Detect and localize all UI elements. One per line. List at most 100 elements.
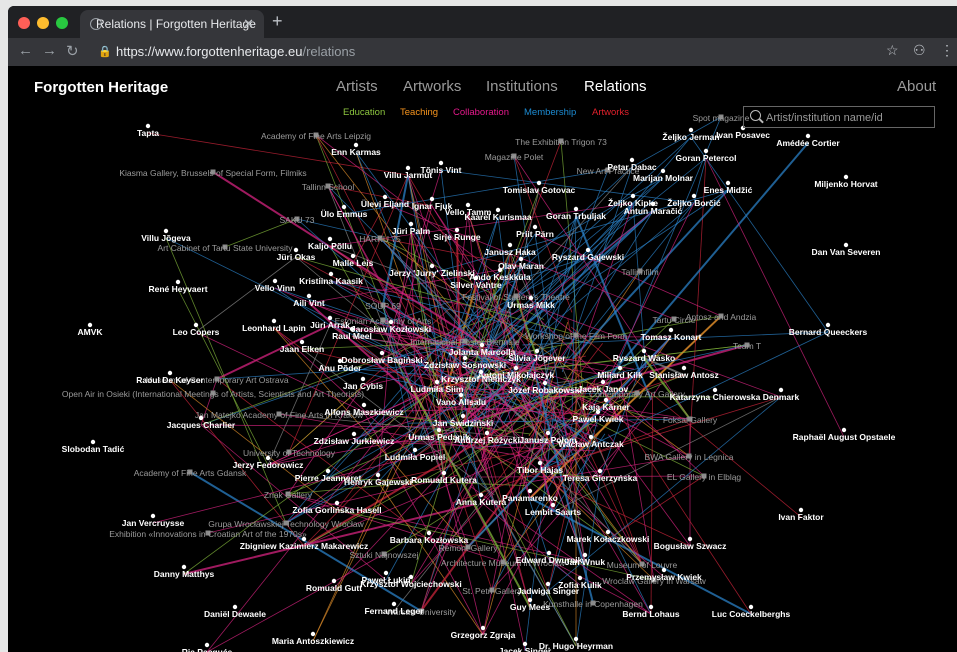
artist-label[interactable]: Zdzisław Sosnowski <box>424 360 506 370</box>
artist-label[interactable]: Malle Leis <box>333 258 374 268</box>
institution-label[interactable]: St. Petri Gallery <box>462 586 522 596</box>
artist-label[interactable]: Olav Maran <box>498 261 544 271</box>
artist-label[interactable]: Tapta <box>137 128 159 138</box>
artist-label[interactable]: Goran Petercol <box>676 153 737 163</box>
artist-label[interactable]: Kristiina Kaasik <box>299 276 363 286</box>
reload-icon[interactable]: ↻ <box>66 42 79 60</box>
institution-label[interactable]: Kunsthalle in Copenhagen <box>543 599 643 609</box>
artist-label[interactable]: Ryszard Gajewski <box>552 252 624 262</box>
back-icon[interactable]: ← <box>18 42 33 59</box>
artist-label[interactable]: Lembit Saarts <box>525 507 581 517</box>
relations-graph[interactable]: Academy of Fine Arts Leipzig The Exhibiti… <box>8 66 957 652</box>
institution-label[interactable]: EL Gallery in Elbląg <box>667 472 742 482</box>
artist-label[interactable]: Guy Mees <box>510 602 550 612</box>
extension-icon[interactable]: ⚇ <box>913 42 926 59</box>
legend-education[interactable]: Education <box>343 107 385 118</box>
nav-about[interactable]: About <box>897 78 936 95</box>
minimize-window-button[interactable] <box>37 17 49 29</box>
artist-label[interactable]: Vano Allsalu <box>436 397 486 407</box>
institution-label[interactable]: The Exhibition Trigon 73 <box>515 137 607 147</box>
institution-label[interactable]: Museum of Louvre <box>607 560 678 570</box>
legend-collaboration[interactable]: Collaboration <box>453 107 509 118</box>
artist-label[interactable]: Krzysztof Wojciechowski <box>360 579 461 589</box>
artist-label[interactable]: Fernand Leger <box>364 606 424 616</box>
artist-label[interactable]: Ülo Emmus <box>321 209 368 219</box>
artist-label[interactable]: Danny Matthys <box>154 569 215 579</box>
artist-label[interactable]: Romuald Kutera <box>411 475 477 485</box>
institution-label[interactable]: Foksal Gallery <box>663 415 718 425</box>
artist-label[interactable]: Villu Jarmut <box>384 170 433 180</box>
artist-label[interactable]: Petar Dabac <box>607 162 656 172</box>
artist-label[interactable]: Kaja Kärner <box>582 402 630 412</box>
artist-label[interactable]: Henryk Gajewski <box>344 477 412 487</box>
artist-label[interactable]: Alfons Maszkiewicz <box>324 407 403 417</box>
artist-label[interactable]: Tibor Hajas <box>517 465 563 475</box>
artist-label[interactable]: Sirje Runge <box>433 232 481 242</box>
artist-label[interactable]: Maria Antoszkiewicz <box>272 636 354 646</box>
artist-label[interactable]: Janusz Haka <box>484 247 536 257</box>
artist-label[interactable]: Raphaël August Opstaele <box>793 432 896 442</box>
artist-label[interactable]: Jan Świdziński <box>433 417 493 428</box>
artist-label[interactable]: Villu Jõgeva <box>141 233 191 243</box>
artist-label[interactable]: Ülevi Eljand <box>361 199 409 209</box>
artist-label[interactable]: Amédée Cortier <box>776 138 840 148</box>
artist-label[interactable]: Romuald Gutt <box>306 583 362 593</box>
institution-label[interactable]: Open Air in Osieki (International Meetin… <box>62 389 364 399</box>
institution-label[interactable]: Academy of Fine Arts Gdansk <box>134 468 247 478</box>
maximize-window-button[interactable] <box>56 17 68 29</box>
new-tab-icon[interactable]: + <box>272 11 283 32</box>
artist-label[interactable]: Jan Wnuk <box>565 557 605 567</box>
artist-label[interactable]: Vello Vinn <box>255 283 295 293</box>
artist-label[interactable]: Jacek Singer <box>499 646 552 652</box>
artist-label[interactable]: Krzysztof Niemczyk <box>441 374 521 384</box>
institution-label[interactable]: BWA Gallery in Legnica <box>645 452 734 462</box>
artist-label[interactable]: Goran Trbuljak <box>546 211 606 221</box>
artist-label[interactable]: Ivan Posavec <box>716 130 770 140</box>
artist-label[interactable]: Józef Robakowski <box>508 385 582 395</box>
artist-label[interactable]: Urmas Mikk <box>507 300 555 310</box>
artist-label[interactable]: Zofia Gorlińska Hasell <box>292 505 381 515</box>
forward-icon[interactable]: → <box>42 42 57 59</box>
artist-label[interactable]: Dan Van Severen <box>812 247 881 257</box>
institution-label[interactable]: Workshop of the Film Form <box>525 331 627 341</box>
artist-label[interactable]: Andrzej Różycki <box>454 435 520 445</box>
artist-label[interactable]: Ludmiła Popiel <box>385 452 445 462</box>
institution-label[interactable]: SOUP 69 <box>365 301 401 311</box>
artist-label[interactable]: Katarzyna Chierowska <box>670 392 761 402</box>
nav-institutions[interactable]: Institutions <box>486 78 558 95</box>
artist-label[interactable]: Wacław Antczak <box>558 439 624 449</box>
close-tab-icon[interactable]: ✕ <box>243 16 254 32</box>
artist-label[interactable]: Jan Cybis <box>343 381 383 391</box>
artist-label[interactable]: Anu Põder <box>319 363 363 373</box>
artist-label[interactable]: Panamarenko <box>502 493 558 503</box>
legend-membership[interactable]: Membership <box>524 107 576 118</box>
site-logo[interactable]: Forgotten Heritage <box>34 79 168 96</box>
artist-label[interactable]: Kaarel Kurismaa <box>464 212 531 222</box>
artist-label[interactable]: Luc Coeckelberghs <box>712 609 791 619</box>
institution-label[interactable]: Team T <box>733 341 761 351</box>
legend-teaching[interactable]: Teaching <box>400 107 438 118</box>
browser-tab[interactable]: Relations | Forgotten Heritage ✕ <box>80 10 264 38</box>
institution-label[interactable]: Grupa Wrocławskiej Technology Wrocław <box>208 519 364 529</box>
search-input[interactable] <box>764 109 933 127</box>
artist-label[interactable]: Stanisław Antosz <box>649 370 719 380</box>
institution-label[interactable]: Antosz and Andzia <box>686 312 757 322</box>
artist-label[interactable]: Marijan Molnar <box>633 173 694 183</box>
artist-label[interactable]: Przemysław Kwiek <box>626 572 702 582</box>
artist-label[interactable]: Kaljo Põllu <box>308 241 352 251</box>
institution-label[interactable]: Art Cabinet of Tartu State University <box>158 243 294 253</box>
artist-label[interactable]: Leo Copers <box>173 327 220 337</box>
bookmark-star-icon[interactable]: ☆ <box>886 42 899 59</box>
institution-label[interactable]: Tallinn School <box>302 182 355 192</box>
artist-label[interactable]: Anna Kutera <box>456 497 507 507</box>
nav-artists[interactable]: Artists <box>336 78 378 95</box>
nav-relations[interactable]: Relations <box>584 78 647 95</box>
artist-label[interactable]: Željko Jerman <box>662 131 719 142</box>
artist-label[interactable]: Daniël Dewaele <box>204 609 266 619</box>
artist-label[interactable]: Bernd Lohaus <box>622 609 679 619</box>
artist-label[interactable]: Jacek Janov <box>578 384 629 394</box>
artist-label[interactable]: Denmark <box>763 392 800 402</box>
institution-label[interactable]: Magazine Polet <box>485 152 544 162</box>
artist-label[interactable]: Zbigniew Kazimierz Makarewicz <box>240 541 368 551</box>
artist-label[interactable]: Raoul De Keyser <box>136 375 204 385</box>
